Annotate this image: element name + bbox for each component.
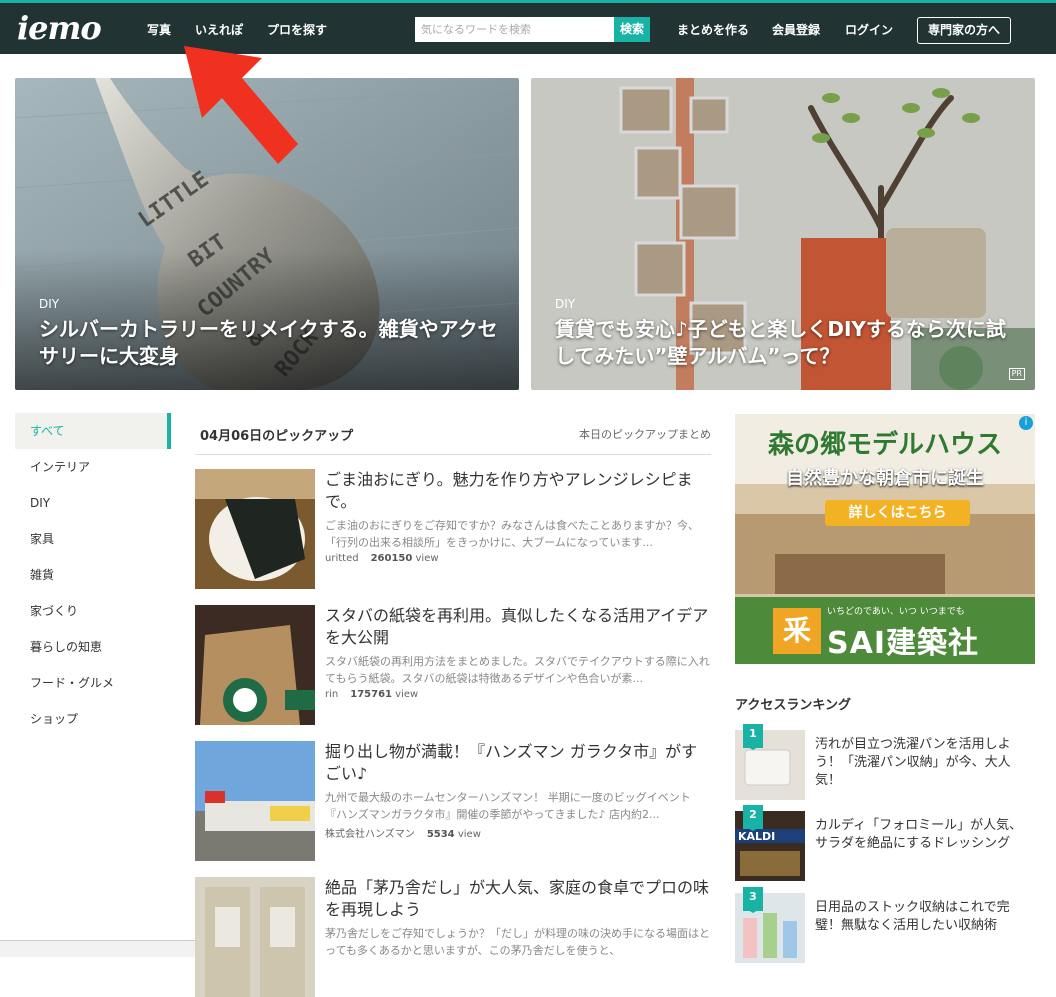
article-meta: uritted 260150 view xyxy=(325,553,439,564)
article-view-label: view xyxy=(415,553,439,564)
article-meta: rin 175761 view xyxy=(325,689,418,700)
article-description: 茅乃舎だしをご存知でしょうか？「だし」が料理の味の決め手になる場面はとっても多く… xyxy=(325,927,710,957)
nav-photos[interactable]: 写真 xyxy=(147,21,171,38)
article-thumbnail[interactable] xyxy=(195,741,315,861)
ranking-title[interactable]: 日用品のストック収納はこれで完璧！無駄なく活用したい収納術 xyxy=(815,899,1030,935)
ad-info-icon[interactable]: i xyxy=(1019,416,1033,430)
sidebar-item-diy[interactable]: DIY xyxy=(15,485,171,521)
pickup-heading: 04月06日のピックアップ xyxy=(200,429,354,444)
ad-tagline: いちどのであい、いつ いつまでも xyxy=(827,607,965,617)
hero-card-wall-album[interactable]: DIY 賃貸でも安心♪子どもと楽しくDIYするなら次に試してみたい”壁アルバム”… xyxy=(531,78,1035,390)
ad-headline: 森の郷モデルハウス xyxy=(767,430,1002,460)
article-title[interactable]: 絶品「茅乃舎だし」が大人気、家庭の食卓でプロの味を再現しよう xyxy=(325,877,711,921)
for-professionals-button[interactable]: 専門家の方へ xyxy=(917,17,1011,44)
article-view-label: view xyxy=(395,689,419,700)
ranking-title[interactable]: カルディ「フォロミール」が人気、サラダを絶品にするドレッシング xyxy=(815,817,1030,853)
kaldi-sign-text: KALDI xyxy=(738,830,775,843)
article-description: ごま油のおにぎりをご存知ですか？みなさんは食べたことありますか？今、「行列の出来… xyxy=(325,519,699,549)
ad-brand-mark: 釆 xyxy=(782,614,811,647)
ad-subheadline: 自然豊かな朝倉市に誕生 xyxy=(786,468,984,489)
search-button[interactable]: 検索 xyxy=(614,17,650,42)
pickup-header: 04月06日のピックアップ 本日のピックアップまとめ xyxy=(195,414,711,455)
ranking-badge: 1 xyxy=(743,724,763,750)
site-logo[interactable]: iemo xyxy=(17,9,102,47)
nav-register[interactable]: 会員登録 xyxy=(772,21,820,38)
article-views: 175761 xyxy=(350,689,392,700)
hero-title[interactable]: 賃貸でも安心♪子どもと楽しくDIYするなら次に試してみたい”壁アルバム”って？ xyxy=(555,316,1015,370)
ranking-item[interactable]: 3 日用品のストック収納はこれで完璧！無駄なく活用したい収納術 xyxy=(735,887,1035,963)
sidebar-item-life-tips[interactable]: 暮らしの知恵 xyxy=(15,629,171,665)
ranking-item[interactable]: KALDI 2 カルディ「フォロミール」が人気、サラダを絶品にするドレッシング xyxy=(735,805,1035,881)
ranking-item[interactable]: 1 汚れが目立つ洗濯パンを活用しよう！「洗濯パン収納」が今、大人気！ xyxy=(735,724,1035,800)
article-views: 5534 xyxy=(426,829,455,840)
nav-login[interactable]: ログイン xyxy=(845,21,893,38)
ranking-badge: 3 xyxy=(743,887,763,913)
advertisement-banner[interactable]: 森の郷モデルハウス 自然豊かな朝倉市に誕生 詳しくはこちら 釆 いちどのであい、… xyxy=(735,414,1035,664)
article-view-label: view xyxy=(457,829,481,840)
bottom-scrollbar[interactable] xyxy=(0,940,195,957)
pickup-summary-link[interactable]: 本日のピックアップまとめ xyxy=(579,426,711,442)
sidebar-item-furniture[interactable]: 家具 xyxy=(15,521,171,557)
article-item[interactable]: スタバの紙袋を再利用。真似したくなる活用アイデアを大公開 スタバ紙袋の再利用方法… xyxy=(195,605,711,725)
article-author[interactable]: 株式会社ハンズマン xyxy=(325,829,415,840)
annotation-red-arrow xyxy=(184,46,298,164)
article-author[interactable]: rin xyxy=(325,689,338,700)
article-thumbnail[interactable] xyxy=(195,469,315,589)
article-author[interactable]: uritted xyxy=(325,553,359,564)
article-thumbnail[interactable] xyxy=(195,877,315,997)
ad-cta-button[interactable]: 詳しくはこちら xyxy=(825,500,970,526)
article-title[interactable]: ごま油おにぎり。魅力を作り方やアレンジレシピまで。 xyxy=(325,469,711,513)
sidebar-item-food-gourmet[interactable]: フード・グルメ xyxy=(15,665,171,701)
hero-category: DIY xyxy=(555,297,576,311)
hero-title[interactable]: シルバーカトラリーをリメイクする。雑貨やアクセサリーに大変身 xyxy=(39,316,499,370)
pr-badge: PR xyxy=(1008,368,1025,380)
article-description: スタバ紙袋の再利用方法をまとめました。スタバでテイクアウトする際に入れてもらう紙… xyxy=(325,655,710,685)
article-views: 260150 xyxy=(370,553,413,564)
nav-find-pro[interactable]: プロを探す xyxy=(267,21,327,38)
sidebar-item-all[interactable]: すべて xyxy=(15,413,171,449)
article-description: 九州で最大級のホームセンターハンズマン！ 半期に一度のビッグイベント『ハンズマン… xyxy=(325,791,691,821)
article-item[interactable]: 絶品「茅乃舎だし」が大人気、家庭の食卓でプロの味を再現しよう 茅乃舎だしをご存知… xyxy=(195,877,711,997)
article-thumbnail[interactable] xyxy=(195,605,315,725)
ranking-badge: 2 xyxy=(743,805,763,831)
sidebar-item-goods[interactable]: 雑貨 xyxy=(15,557,171,593)
article-item[interactable]: 掘り出し物が満載！『ハンズマン ガラクタ市』がすごい♪ 九州で最大級のホームセン… xyxy=(195,741,711,861)
sidebar-item-housebuilding[interactable]: 家づくり xyxy=(15,593,171,629)
article-title[interactable]: スタバの紙袋を再利用。真似したくなる活用アイデアを大公開 xyxy=(325,605,711,649)
article-meta: 株式会社ハンズマン 5534 view xyxy=(325,825,481,840)
nav-create-matome[interactable]: まとめを作る xyxy=(677,21,749,38)
top-navbar: iemo 写真 いえれぽ プロを探す 気になるワードを検索 検索 まとめを作る … xyxy=(0,0,1056,54)
ranking-heading: アクセスランキング xyxy=(735,698,851,713)
hero-category: DIY xyxy=(39,297,60,311)
article-title[interactable]: 掘り出し物が満載！『ハンズマン ガラクタ市』がすごい♪ xyxy=(325,741,711,785)
sidebar-item-shop[interactable]: ショップ xyxy=(15,701,171,737)
ranking-title[interactable]: 汚れが目立つ洗濯パンを活用しよう！「洗濯パン収納」が今、大人気！ xyxy=(815,736,1030,790)
article-item[interactable]: ごま油おにぎり。魅力を作り方やアレンジレシピまで。 ごま油のおにぎりをご存知です… xyxy=(195,469,711,589)
sidebar-item-interior[interactable]: インテリア xyxy=(15,449,171,485)
ad-brand-name: SAI建築社 xyxy=(827,626,979,661)
search-input[interactable]: 気になるワードを検索 xyxy=(415,17,614,42)
nav-iereport[interactable]: いえれぽ xyxy=(195,21,243,38)
